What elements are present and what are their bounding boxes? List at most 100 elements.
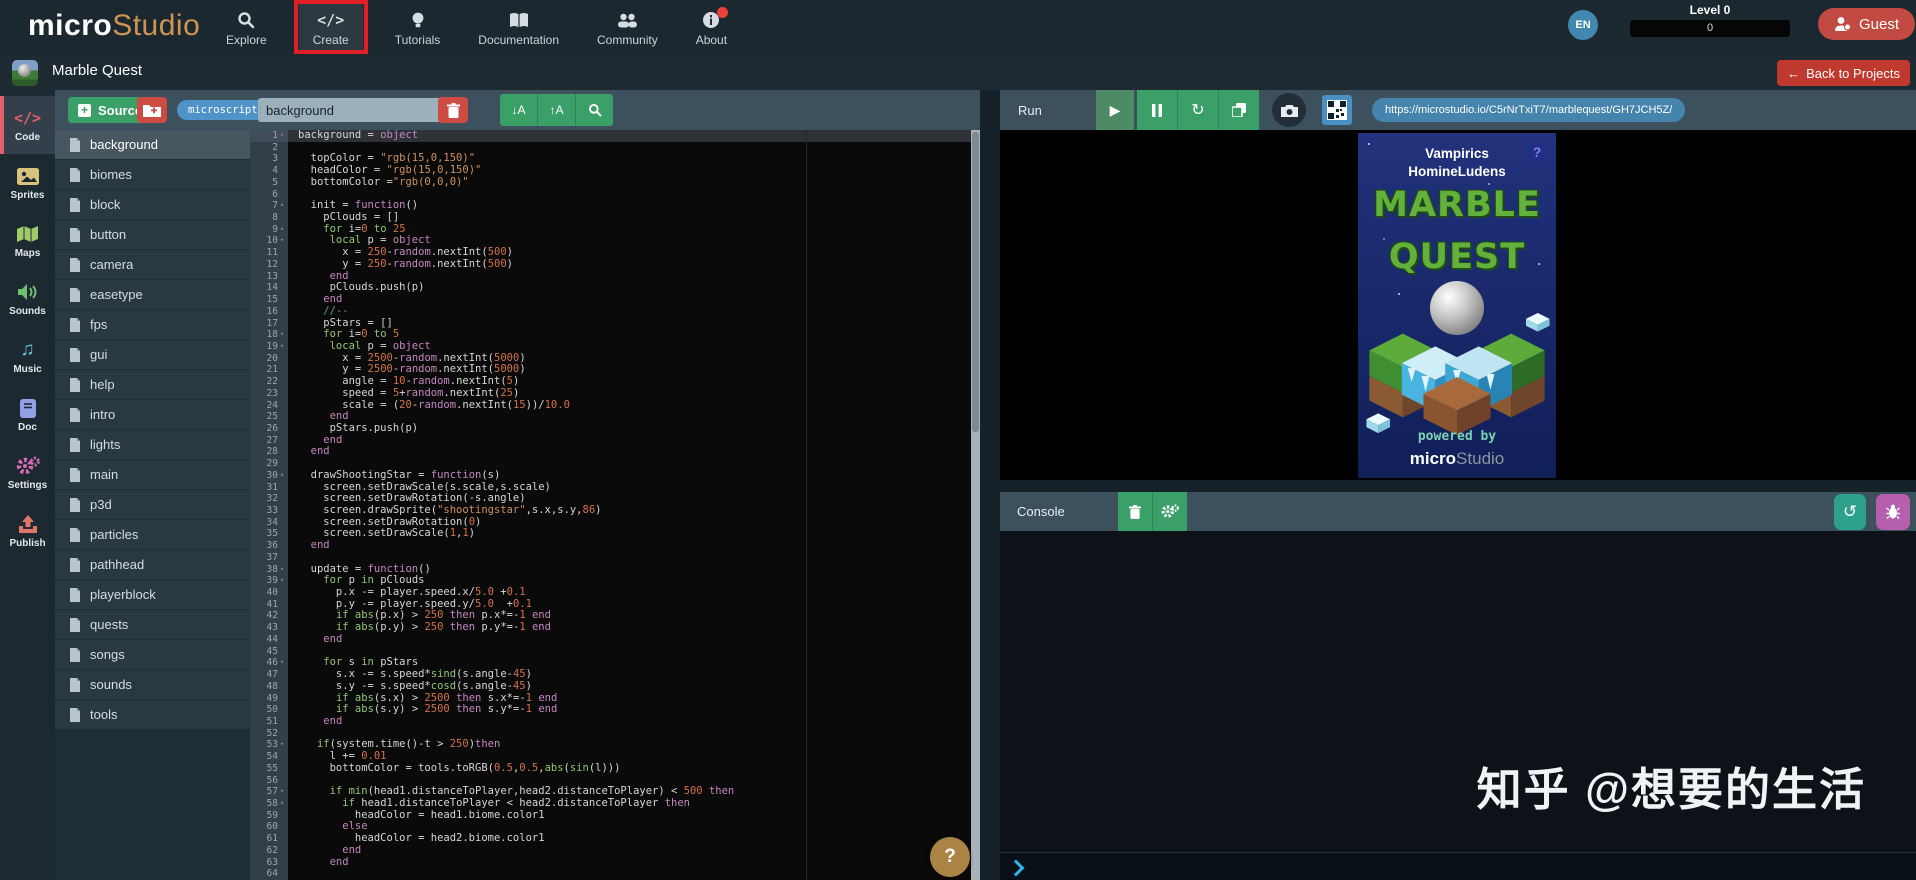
nav-item-documentation[interactable]: Documentation	[472, 3, 565, 51]
qr-code-icon	[1327, 100, 1347, 120]
clear-console-button[interactable]	[1118, 492, 1153, 531]
console-controls	[1118, 492, 1187, 531]
file-sort-controls: ↓A ↑A	[500, 94, 613, 126]
history-button[interactable]: ↺	[1834, 494, 1866, 530]
file-name: songs	[90, 647, 125, 662]
play-icon: ▶	[1110, 102, 1121, 119]
file-item-background[interactable]: background	[55, 130, 250, 159]
code-line: 12 y = 250-random.nextInt(500)	[250, 259, 980, 271]
sort-ascending-button[interactable]: ↑A	[538, 94, 576, 126]
qr-code-button[interactable]	[1322, 95, 1352, 125]
file-item-playerblock[interactable]: playerblock	[55, 580, 250, 609]
upload-icon	[18, 513, 38, 535]
code-line: 28 end	[250, 446, 980, 458]
file-item-gui[interactable]: gui	[55, 340, 250, 369]
file-item-easetype[interactable]: easetype	[55, 280, 250, 309]
code-icon: </>	[14, 107, 41, 129]
sidebar-label: Music	[13, 364, 41, 375]
search-files-button[interactable]	[576, 94, 613, 126]
help-floating-button[interactable]: ?	[930, 837, 970, 877]
file-name: main	[90, 467, 118, 482]
screenshot-button[interactable]	[1272, 93, 1306, 127]
poster-help-icon[interactable]: ?	[1526, 141, 1548, 163]
debug-button[interactable]	[1876, 494, 1910, 530]
sidebar-item-sounds[interactable]: Sounds	[0, 270, 55, 328]
add-folder-button[interactable]	[137, 97, 167, 123]
code-line: 1▾background = object	[250, 130, 980, 142]
gears-icon	[16, 455, 40, 477]
code-line: 37	[250, 552, 980, 564]
play-button[interactable]: ▶	[1096, 90, 1134, 130]
code-toolbar: + Source microscript ↓A ↑A	[55, 90, 980, 130]
file-item-particles[interactable]: particles	[55, 520, 250, 549]
nav-item-community[interactable]: Community	[591, 3, 664, 51]
nav-item-about[interactable]: About	[690, 3, 733, 51]
file-item-block[interactable]: block	[55, 190, 250, 219]
file-item-intro[interactable]: intro	[55, 400, 250, 429]
marble-sphere	[1430, 281, 1484, 335]
console-output[interactable]: 知乎 @想要的生活	[1000, 531, 1916, 852]
file-item-main[interactable]: main	[55, 460, 250, 489]
nav-item-explore[interactable]: Explore	[220, 3, 273, 51]
reload-button[interactable]: ↻	[1178, 90, 1219, 130]
logo-micro: micro	[28, 9, 112, 42]
back-to-projects-button[interactable]: ← Back to Projects	[1777, 60, 1910, 86]
microstudio-app: microStudio Explore </> Create Tutorials	[0, 0, 1916, 880]
sidebar-item-doc[interactable]: Doc	[0, 386, 55, 444]
file-item-tools[interactable]: tools	[55, 700, 250, 729]
detach-window-button[interactable]	[1219, 90, 1259, 130]
file-item-songs[interactable]: songs	[55, 640, 250, 669]
back-arrow-icon: ←	[1787, 66, 1800, 81]
file-item-p3d[interactable]: p3d	[55, 490, 250, 519]
gears-icon	[1161, 504, 1179, 519]
sidebar-label: Settings	[8, 480, 47, 491]
sidebar-item-code[interactable]: </> Code	[0, 96, 55, 154]
sidebar-item-music[interactable]: ♫ Music	[0, 328, 55, 386]
code-line: 15 end	[250, 294, 980, 306]
nav-item-create[interactable]: </> Create	[299, 3, 363, 51]
back-label: Back to Projects	[1806, 66, 1900, 81]
reload-icon: ↻	[1191, 100, 1204, 120]
file-item-sounds[interactable]: sounds	[55, 670, 250, 699]
file-item-biomes[interactable]: biomes	[55, 160, 250, 189]
editor-scrollbar-thumb[interactable]	[972, 132, 979, 432]
app-logo[interactable]: microStudio	[28, 9, 200, 43]
file-icon	[69, 588, 81, 602]
sidebar-item-publish[interactable]: Publish	[0, 502, 55, 560]
project-title: Marble Quest	[52, 62, 142, 79]
trash-icon	[447, 103, 460, 118]
delete-file-button[interactable]	[438, 97, 468, 123]
level-progress-bar: 0	[1630, 20, 1790, 37]
project-url[interactable]: https://microstudio.io/C5rNrTxiT7/marble…	[1372, 98, 1685, 122]
file-item-button[interactable]: button	[55, 220, 250, 249]
main-nav: Explore </> Create Tutorials Documentati…	[220, 3, 733, 51]
file-filter-input[interactable]	[258, 98, 444, 122]
sort-descending-button[interactable]: ↓A	[500, 94, 538, 126]
guest-account-button[interactable]: Guest	[1818, 8, 1915, 40]
console-input-row[interactable]	[1000, 852, 1916, 880]
pause-button[interactable]	[1137, 90, 1178, 130]
file-item-lights[interactable]: lights	[55, 430, 250, 459]
code-editor[interactable]: 1▾background = object23 topColor = "rgb(…	[250, 130, 980, 880]
file-name: tools	[90, 707, 117, 722]
sidebar-item-settings[interactable]: Settings	[0, 444, 55, 502]
sidebar-item-sprites[interactable]: Sprites	[0, 154, 55, 212]
file-item-pathhead[interactable]: pathhead	[55, 550, 250, 579]
file-item-quests[interactable]: quests	[55, 610, 250, 639]
file-item-camera[interactable]: camera	[55, 250, 250, 279]
code-line: 5 bottomColor ="rgb(0,0,0)"	[250, 177, 980, 189]
file-name: button	[90, 227, 126, 242]
file-item-help[interactable]: help	[55, 370, 250, 399]
console-settings-button[interactable]	[1153, 492, 1187, 531]
notebook-icon	[19, 397, 37, 419]
code-line: 24 scale = (20-random.nextInt(15))/10.0	[250, 400, 980, 412]
language-button[interactable]: EN	[1568, 10, 1598, 40]
code-line: 51 end	[250, 716, 980, 728]
code-line: 43 if abs(p.y) > 250 then p.y*=-1 end	[250, 622, 980, 634]
editor-scrollbar[interactable]	[971, 130, 980, 880]
nav-item-tutorials[interactable]: Tutorials	[389, 3, 447, 51]
poster-powered-by: powered by	[1358, 429, 1556, 444]
game-poster[interactable]: Vampirics HomineLudens ? MARBLE QUEST	[1358, 133, 1556, 478]
sidebar-item-maps[interactable]: Maps	[0, 212, 55, 270]
file-item-fps[interactable]: fps	[55, 310, 250, 339]
